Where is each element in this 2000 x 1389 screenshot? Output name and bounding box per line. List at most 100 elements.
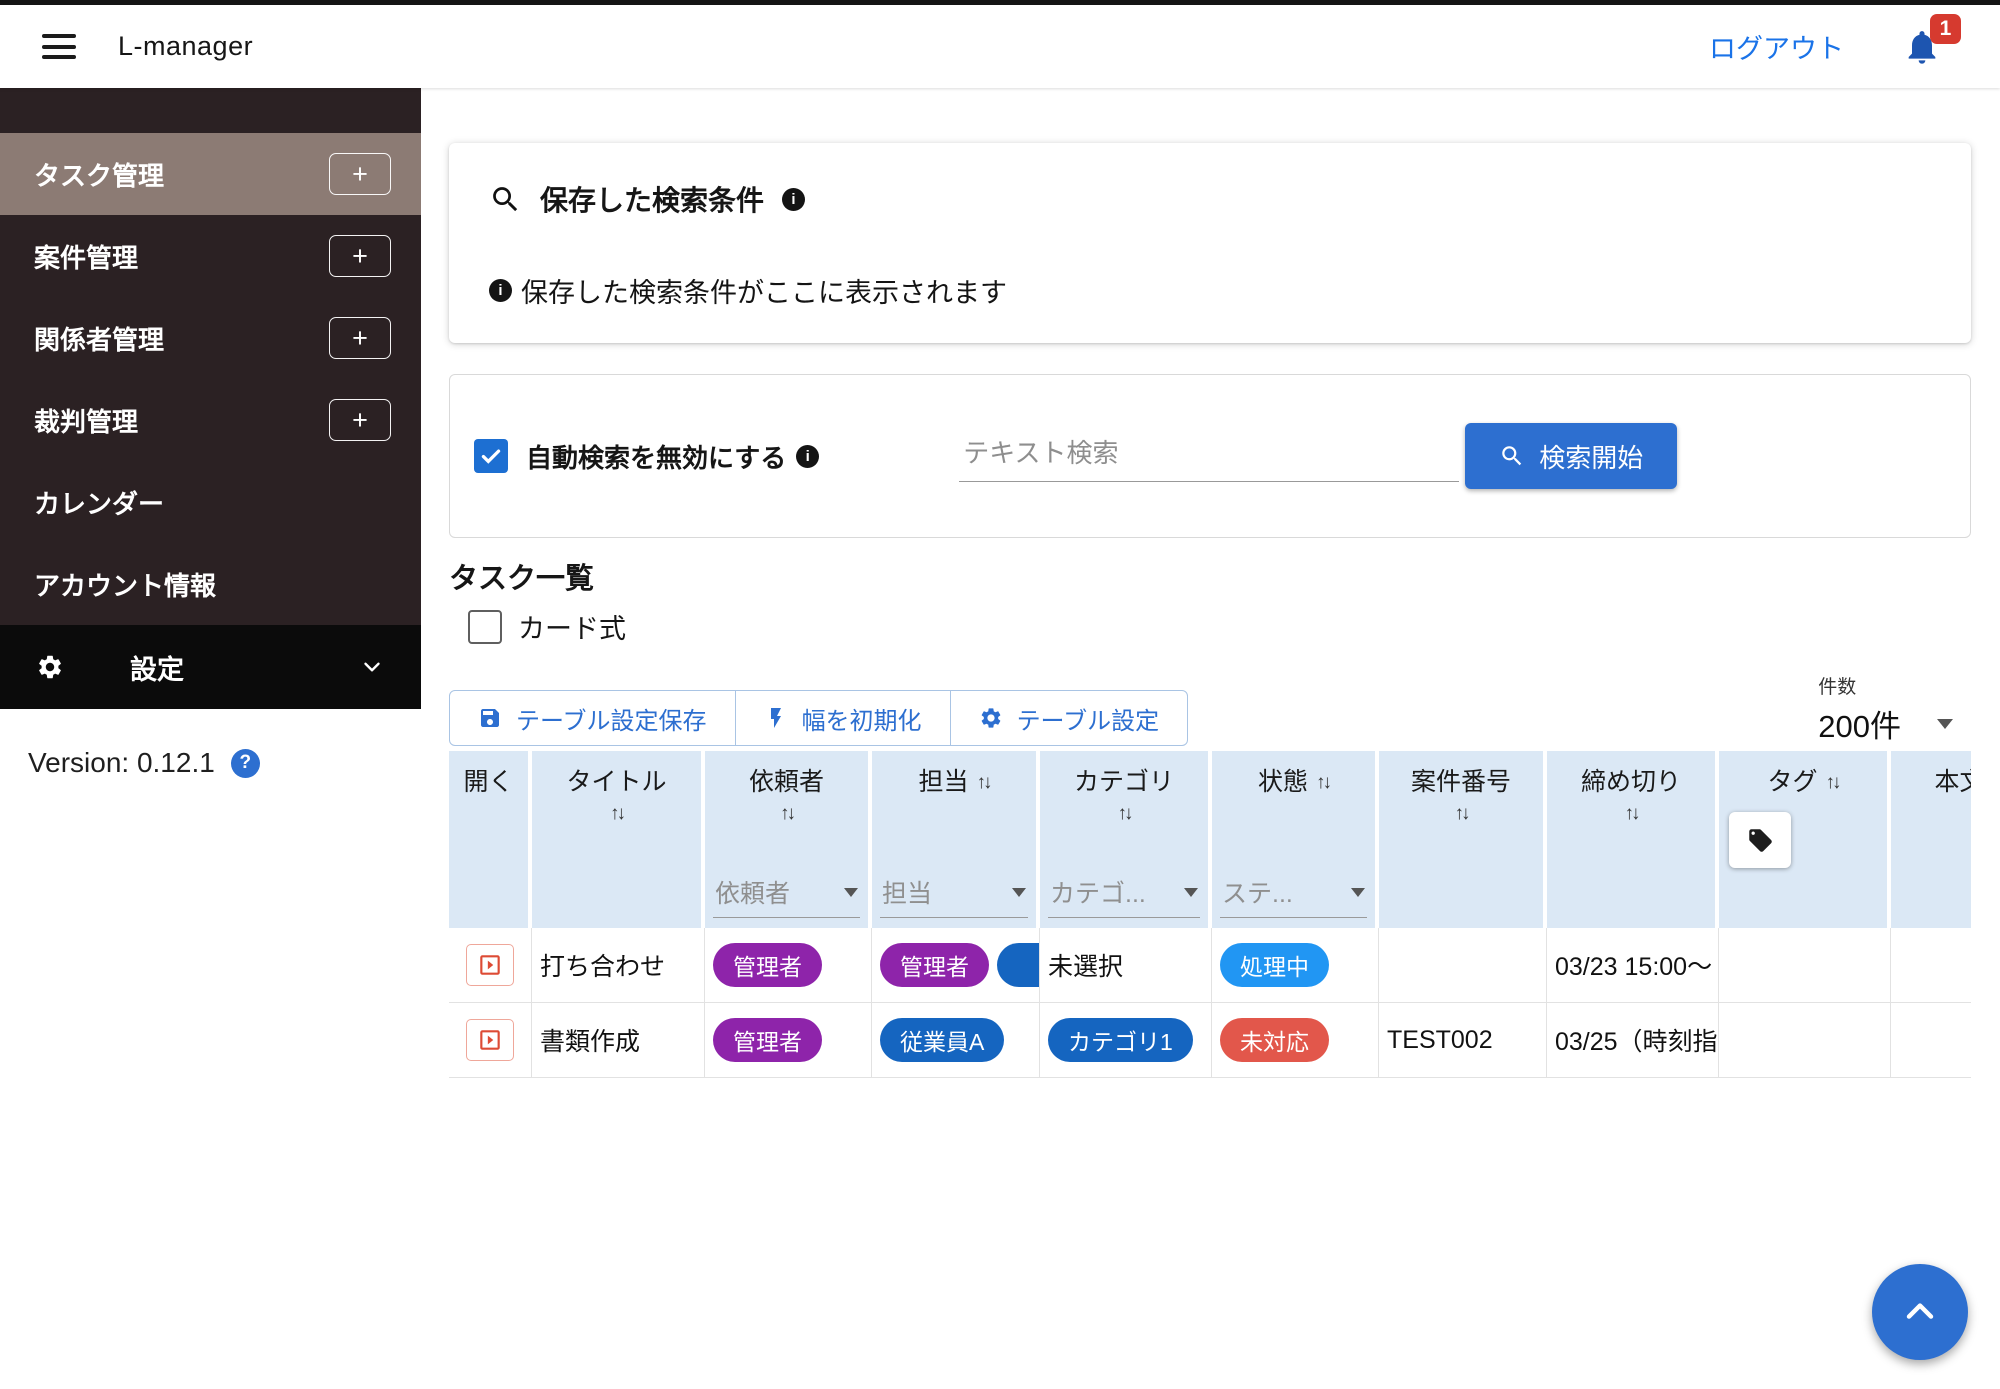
dropdown-caret-icon xyxy=(1184,888,1198,897)
sidebar-item[interactable]: アカウント情報 xyxy=(0,543,421,625)
sidebar-item[interactable]: 案件管理 + xyxy=(0,215,421,297)
sidebar-item[interactable]: 関係者管理+ xyxy=(0,297,421,379)
sort-icon[interactable]: ↑↓ xyxy=(1454,802,1467,826)
table-column-header[interactable]: 締め切り↑↓ xyxy=(1547,751,1715,928)
status-chip[interactable]: 処理中 xyxy=(1220,943,1329,987)
table-column-header[interactable]: 担当↑↓担当 xyxy=(872,751,1036,928)
info-icon: i xyxy=(489,279,512,302)
column-label: タイトル xyxy=(566,767,666,798)
sidebar-nav: タスク管理+案件管理+関係者管理+裁判管理+カレンダーアカウント情報 設定 xyxy=(0,88,421,709)
tag-filter-button[interactable] xyxy=(1729,812,1791,868)
sort-icon[interactable]: ↑↓ xyxy=(1316,771,1329,795)
open-task-button[interactable] xyxy=(466,944,514,986)
scroll-to-top-fab[interactable] xyxy=(1872,1264,1968,1360)
version-row: Version: 0.12.1 ? xyxy=(0,709,421,779)
column-header-label-row: 締め切り↑↓ xyxy=(1581,767,1681,826)
logout-link[interactable]: ログアウト xyxy=(1709,27,1844,66)
count-select[interactable]: 件数 200件 xyxy=(1818,672,1953,746)
table-cell: カテゴリ1 xyxy=(1040,1003,1212,1077)
column-label: 状態 xyxy=(1258,767,1308,798)
sort-icon[interactable]: ↑↓ xyxy=(610,802,623,826)
column-header-label-row: 案件番号 ↑↓ xyxy=(1411,767,1511,826)
dropdown-caret-icon xyxy=(1937,719,1953,729)
sidebar-item[interactable]: タスク管理 + xyxy=(0,133,421,215)
status-chip[interactable]: 管理者 xyxy=(713,1018,822,1062)
filter-placeholder: カテゴ... xyxy=(1050,874,1146,910)
table-column-header[interactable]: タイトル ↑↓ xyxy=(532,751,701,928)
add-button[interactable]: + xyxy=(329,399,391,441)
open-task-button[interactable] xyxy=(466,1019,514,1061)
add-button[interactable]: + xyxy=(329,153,391,195)
auto-search-label: 自動検索を無効にする xyxy=(526,438,786,475)
column-filter-select[interactable]: 担当 xyxy=(880,874,1028,918)
table-cell xyxy=(449,1003,532,1077)
filter-placeholder: 依頼者 xyxy=(715,874,790,910)
main-content: 保存した検索条件 i i 保存した検索条件がここに表示されます 自動検索を無効に… xyxy=(421,88,2000,1389)
table-column-header[interactable]: 本文 xyxy=(1891,751,1971,928)
column-label: 開く xyxy=(463,767,513,798)
column-label: 案件番号 xyxy=(1411,767,1511,798)
status-chip[interactable]: 管理者 xyxy=(880,943,989,987)
table-settings-button[interactable]: テーブル設定 xyxy=(950,690,1189,746)
column-filter-select[interactable]: 依頼者 xyxy=(713,874,860,918)
text-search-input[interactable] xyxy=(959,430,1459,482)
saved-search-title: 保存した検索条件 xyxy=(540,179,764,219)
column-header-label-row: カテゴリ↑↓ xyxy=(1074,767,1174,826)
search-panel: 自動検索を無効にする i 検索開始 xyxy=(449,374,1971,538)
add-button[interactable]: + xyxy=(329,317,391,359)
save-table-settings-label: テーブル設定保存 xyxy=(516,701,707,736)
search-start-button[interactable]: 検索開始 xyxy=(1465,423,1677,489)
table-header-row: 開くタイトル↑↓依頼者↑↓依頼者担当↑↓担当カテゴリ↑↓カテゴ...状態↑↓ステ… xyxy=(449,751,1971,928)
table-cell xyxy=(1379,928,1547,1002)
notifications-button[interactable]: 1 xyxy=(1902,27,1942,67)
status-chip[interactable] xyxy=(997,943,1040,987)
status-chip[interactable]: 未対応 xyxy=(1220,1018,1329,1062)
sidebar-item-label: 案件管理 xyxy=(34,238,138,275)
add-button[interactable]: + xyxy=(329,235,391,277)
status-chip[interactable]: カテゴリ1 xyxy=(1048,1018,1193,1062)
sort-icon[interactable]: ↑↓ xyxy=(1826,771,1839,795)
sidebar-item[interactable]: 裁判管理+ xyxy=(0,379,421,461)
menu-icon[interactable] xyxy=(42,34,76,59)
table-cell: 書類作成 xyxy=(532,1003,705,1077)
table-column-header[interactable]: 依頼者↑↓依頼者 xyxy=(705,751,868,928)
status-chip[interactable]: 管理者 xyxy=(713,943,822,987)
save-table-settings-button[interactable]: テーブル設定保存 xyxy=(449,690,736,746)
sidebar-item-label: タスク管理 xyxy=(34,156,164,193)
column-label: タグ xyxy=(1767,767,1817,798)
table-column-header[interactable]: タグ ↑↓ xyxy=(1719,751,1887,928)
sort-icon[interactable]: ↑↓ xyxy=(1117,802,1130,826)
sort-icon[interactable]: ↑↓ xyxy=(780,802,793,826)
status-chip[interactable]: 従業員A xyxy=(880,1018,1004,1062)
dropdown-caret-icon xyxy=(1351,888,1365,897)
table-cell: 管理者 xyxy=(705,928,872,1002)
sidebar: タスク管理+案件管理+関係者管理+裁判管理+カレンダーアカウント情報 設定 Ve… xyxy=(0,88,421,1389)
info-icon[interactable]: i xyxy=(782,188,805,211)
count-label: 件数 xyxy=(1818,672,1953,699)
table-column-header[interactable]: 開く xyxy=(449,751,528,928)
card-view-checkbox[interactable] xyxy=(468,610,502,644)
table-column-header[interactable]: 状態 ↑↓ ステ... xyxy=(1212,751,1375,928)
column-header-label-row: 開く xyxy=(463,767,513,798)
column-filter-select[interactable]: ステ... xyxy=(1220,874,1367,918)
settings-label: 設定 xyxy=(130,648,184,687)
cell-text: 03/23 15:00〜 xyxy=(1555,947,1712,983)
help-icon[interactable]: ? xyxy=(231,749,260,778)
table-cell: 03/25（時刻指 xyxy=(1547,1003,1719,1077)
sort-icon[interactable]: ↑↓ xyxy=(1624,802,1637,826)
sidebar-item[interactable]: カレンダー xyxy=(0,461,421,543)
column-filter-select[interactable]: カテゴ... xyxy=(1048,874,1200,918)
table-column-header[interactable]: カテゴリ↑↓ カテゴ... xyxy=(1040,751,1208,928)
info-icon[interactable]: i xyxy=(796,445,819,468)
table-body: 打ち合わせ管理者管理者未選択処理中03/23 15:00〜書類作成管理者従業員A… xyxy=(449,928,1971,1078)
sort-icon[interactable]: ↑↓ xyxy=(977,771,990,795)
column-header-label-row: 状態 ↑↓ xyxy=(1258,767,1329,798)
cell-text: 03/25（時刻指 xyxy=(1555,1022,1718,1058)
dropdown-caret-icon xyxy=(1012,888,1026,897)
table-column-header[interactable]: 案件番号 ↑↓ xyxy=(1379,751,1543,928)
save-icon xyxy=(478,706,502,730)
auto-search-checkbox[interactable] xyxy=(474,439,508,473)
cell-text: 書類作成 xyxy=(540,1022,640,1058)
reset-width-button[interactable]: 幅を初期化 xyxy=(735,690,951,746)
sidebar-item-settings[interactable]: 設定 xyxy=(0,625,421,709)
